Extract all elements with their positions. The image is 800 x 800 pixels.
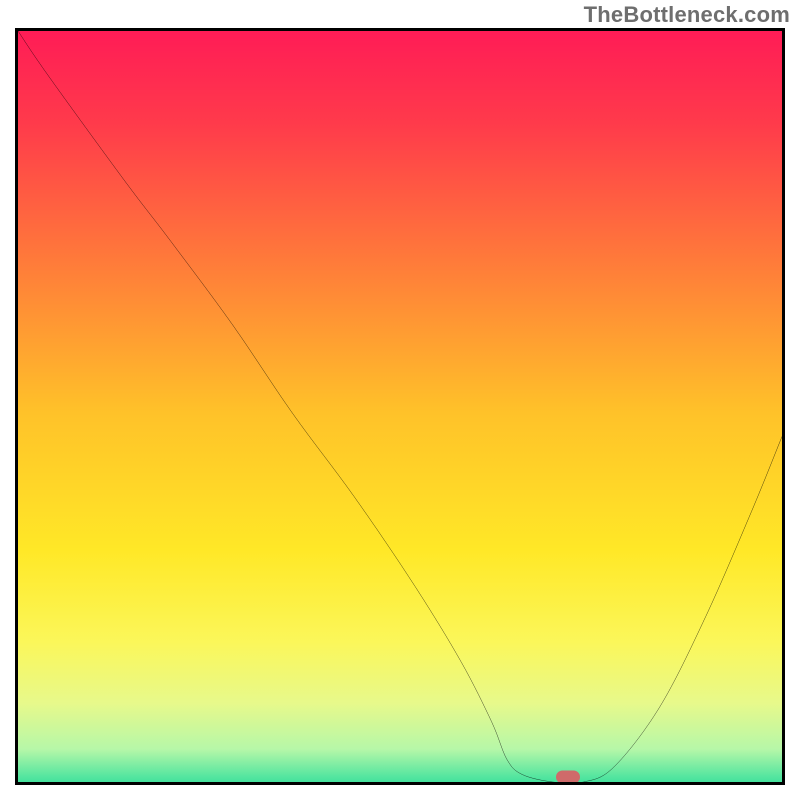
watermark-text: TheBottleneck.com [584, 2, 790, 28]
plot-area [15, 28, 785, 785]
chart-frame: TheBottleneck.com [0, 0, 800, 800]
optimal-point-marker [556, 771, 580, 784]
bottleneck-curve [18, 31, 782, 782]
